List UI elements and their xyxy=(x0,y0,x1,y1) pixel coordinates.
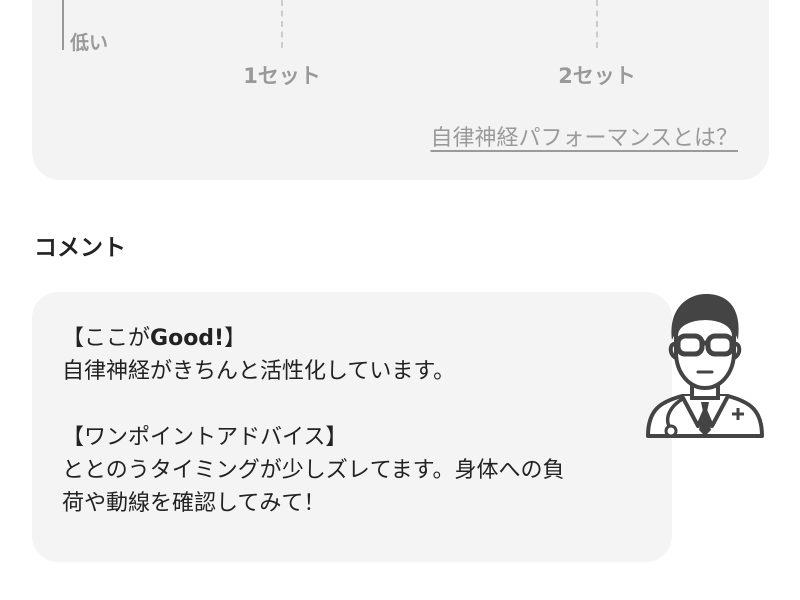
chart-y-axis xyxy=(62,0,64,50)
good-heading-prefix: 【ここが xyxy=(62,326,151,351)
good-heading-bold: Good! xyxy=(150,326,225,351)
doctor-avatar-icon xyxy=(640,290,770,442)
chart-tick-label: 1セット xyxy=(243,64,321,88)
advice-heading: 【ワンポイントアドバイス】 xyxy=(62,425,348,450)
comment-section-title: コメント xyxy=(34,235,126,261)
good-body: 自律神経がきちんと活性化しています。 xyxy=(62,359,456,384)
chart-card xyxy=(32,0,769,180)
chart-tick-label: 2セット xyxy=(558,64,636,88)
about-autonomic-performance-link[interactable]: 自律神経パフォーマンスとは？ xyxy=(430,120,738,152)
comment-text: 【ここがGood!】 自律神経がきちんと活性化しています。 【ワンポイントアドバ… xyxy=(62,322,652,520)
good-heading-suffix: 】 xyxy=(224,326,247,351)
chart-gridline-set-2 xyxy=(596,0,598,48)
chart-low-label: 低い xyxy=(70,32,109,54)
chart-gridline-set-1 xyxy=(281,0,283,48)
good-heading: 【ここがGood!】 xyxy=(62,322,652,355)
advice-line: 荷や動線を確認してみて！ xyxy=(62,491,326,516)
advice-line: ととのうタイミングが少しズレてます。身体への負 xyxy=(62,458,565,483)
result-page: 低い 1セット 2セット 自律神経パフォーマンスとは？ コメント 【ここがGoo… xyxy=(0,0,800,600)
